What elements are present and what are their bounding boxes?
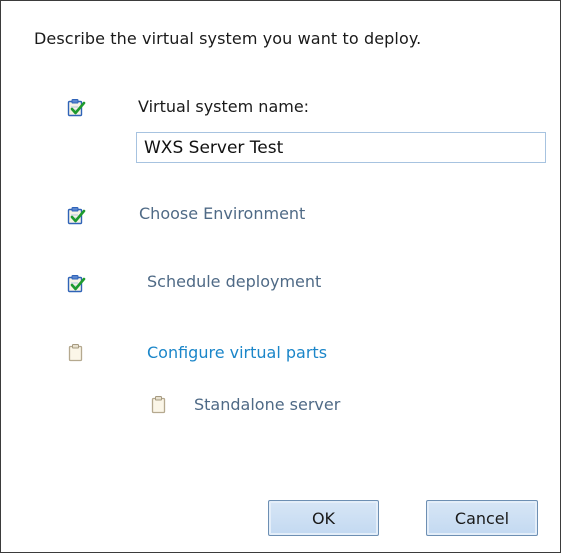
clipboard-icon — [149, 395, 169, 415]
ok-button[interactable]: OK — [268, 500, 379, 536]
step-choose-environment[interactable]: Choose Environment — [139, 204, 305, 223]
virtual-system-name-label: Virtual system name: — [138, 97, 310, 116]
clipboard-check-icon — [66, 274, 86, 294]
step-configure-virtual-parts[interactable]: Configure virtual parts — [147, 343, 327, 362]
dialog-description: Describe the virtual system you want to … — [34, 29, 422, 48]
deploy-dialog: Describe the virtual system you want to … — [0, 0, 561, 553]
clipboard-check-icon — [66, 98, 86, 118]
step-schedule-deployment[interactable]: Schedule deployment — [147, 272, 321, 291]
cancel-button[interactable]: Cancel — [426, 500, 538, 536]
part-standalone-server[interactable]: Standalone server — [194, 395, 340, 414]
clipboard-icon — [66, 343, 86, 363]
clipboard-check-icon — [66, 206, 86, 226]
virtual-system-name-input[interactable] — [136, 132, 546, 163]
